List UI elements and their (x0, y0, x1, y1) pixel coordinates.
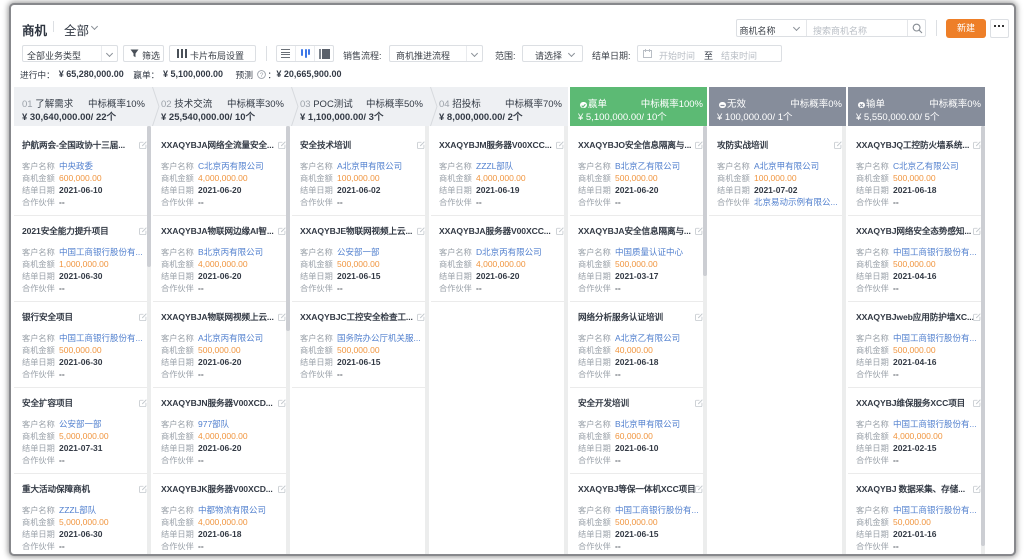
svg-text:?: ? (259, 71, 263, 78)
